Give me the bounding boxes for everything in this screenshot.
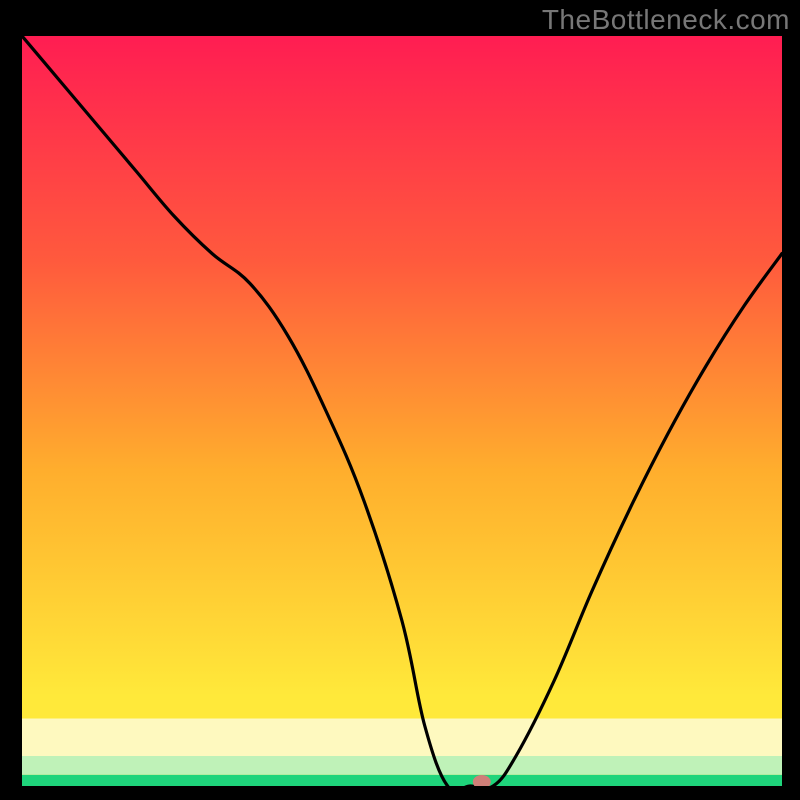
bottom-bands bbox=[22, 719, 782, 787]
chart-svg bbox=[22, 36, 782, 786]
gradient-background bbox=[22, 36, 782, 786]
chart-container: TheBottleneck.com bbox=[0, 0, 800, 800]
band-rect bbox=[22, 719, 782, 757]
watermark-text: TheBottleneck.com bbox=[542, 4, 790, 36]
band-rect bbox=[22, 775, 782, 786]
band-rect bbox=[22, 756, 782, 775]
plot-area bbox=[22, 36, 782, 786]
